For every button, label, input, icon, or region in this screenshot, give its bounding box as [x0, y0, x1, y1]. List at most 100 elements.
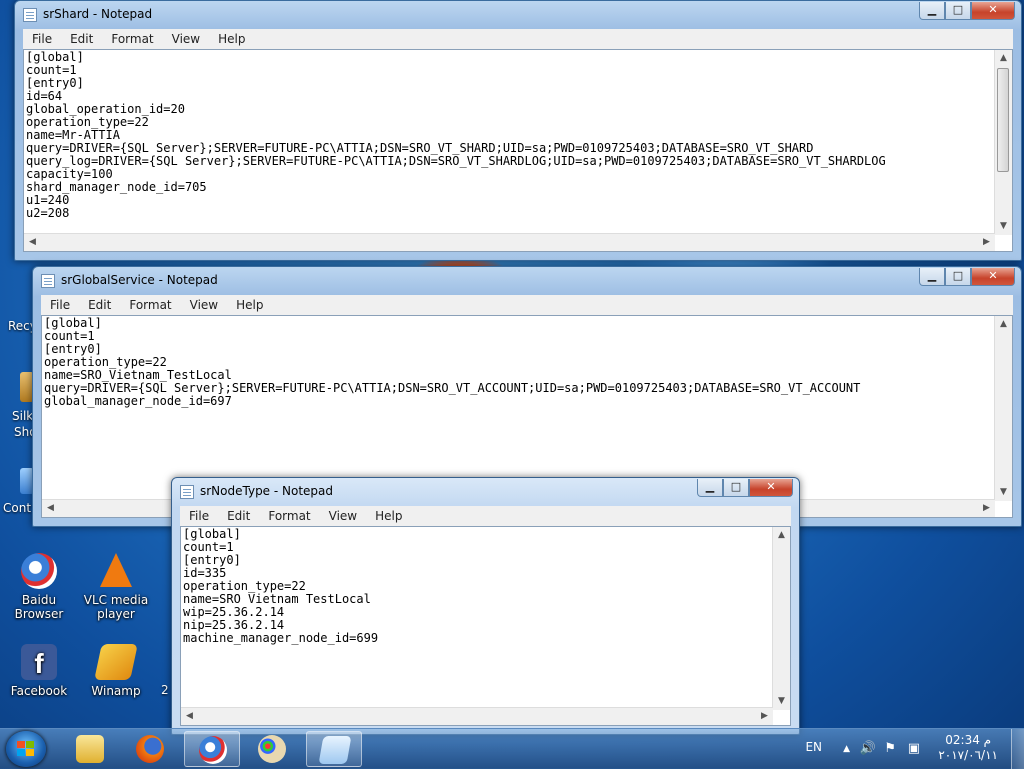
desktop-icon-vlc[interactable]: VLC media player — [79, 553, 153, 621]
close-button[interactable]: ✕ — [971, 2, 1015, 20]
scroll-up-arrow-icon[interactable]: ▲ — [995, 316, 1012, 333]
menu-view[interactable]: View — [320, 509, 366, 523]
scroll-left-arrow-icon[interactable]: ◀ — [24, 234, 41, 251]
menu-view[interactable]: View — [181, 298, 227, 312]
notepad-window-srshard[interactable]: srShard - Notepad ▁ □ ✕ File Edit Format… — [14, 0, 1022, 261]
document-text[interactable]: [global] count=1 [entry0] id=64 global_o… — [26, 51, 886, 220]
desktop-icon-label: player — [97, 607, 135, 621]
window-title: srGlobalService - Notepad — [61, 273, 218, 287]
start-button[interactable] — [6, 731, 46, 767]
scroll-right-arrow-icon[interactable]: ▶ — [978, 500, 995, 517]
clock[interactable]: 02:34 م ٢٠١٧/٠٦/١١ — [938, 733, 998, 763]
text-editor-area[interactable]: [global] count=1 [entry0] id=335 operati… — [180, 526, 791, 726]
menu-file[interactable]: File — [23, 32, 61, 46]
close-button[interactable]: ✕ — [749, 479, 793, 497]
horizontal-scrollbar[interactable]: ◀ ▶ — [24, 233, 995, 251]
taskbar-notepad[interactable] — [306, 731, 362, 767]
window-title: srNodeType - Notepad — [200, 484, 334, 498]
text-editor-area[interactable]: [global] count=1 [entry0] id=64 global_o… — [23, 49, 1013, 252]
notepad-icon — [318, 736, 352, 764]
scroll-right-arrow-icon[interactable]: ▶ — [756, 708, 773, 725]
maximize-button[interactable]: □ — [945, 268, 971, 286]
desktop-icon-label: VLC media — [83, 593, 149, 607]
horizontal-scrollbar[interactable]: ◀ ▶ — [181, 707, 773, 725]
scroll-down-arrow-icon[interactable]: ▼ — [773, 693, 790, 710]
taskbar-firefox[interactable] — [122, 731, 178, 767]
notepad-window-srnodetype[interactable]: srNodeType - Notepad ▁ □ ✕ File Edit For… — [171, 477, 800, 735]
taskbar-explorer[interactable] — [62, 731, 118, 767]
control-panel-label-partial[interactable]: Cont — [3, 501, 31, 515]
flag-icon[interactable]: ⚑ — [884, 741, 896, 756]
baidu-browser-icon — [199, 736, 227, 764]
taskbar-paint[interactable] — [244, 731, 300, 767]
notepad-icon — [23, 8, 37, 22]
silk-shop-label-partial-1[interactable]: Silk — [12, 409, 33, 423]
menu-help[interactable]: Help — [366, 509, 411, 523]
desktop-icon-label: Baidu — [21, 593, 57, 607]
vertical-scrollbar[interactable]: ▲ ▼ — [994, 50, 1012, 235]
winamp-icon — [94, 644, 138, 680]
menu-format[interactable]: Format — [259, 509, 319, 523]
clock-time: 02:34 م — [945, 733, 992, 747]
menu-edit[interactable]: Edit — [79, 298, 120, 312]
explorer-icon — [76, 735, 104, 763]
menu-bar: File Edit Format View Help — [180, 506, 791, 526]
desktop-icon-facebook[interactable]: f Facebook — [2, 644, 76, 698]
maximize-button[interactable]: □ — [723, 479, 749, 497]
vertical-scrollbar[interactable]: ▲ ▼ — [772, 527, 790, 710]
language-indicator[interactable]: EN — [805, 740, 822, 754]
taskbar-baidu-browser[interactable] — [184, 731, 240, 767]
vertical-scrollbar[interactable]: ▲ ▼ — [994, 316, 1012, 501]
vlc-icon — [100, 553, 132, 587]
scroll-up-arrow-icon[interactable]: ▲ — [995, 50, 1012, 67]
desktop-icon-winamp[interactable]: Winamp — [79, 644, 153, 698]
menu-view[interactable]: View — [163, 32, 209, 46]
desktop-icon-baidu-browser[interactable]: Baidu Browser — [2, 553, 76, 621]
scroll-left-arrow-icon[interactable]: ◀ — [42, 500, 59, 517]
facebook-icon: f — [21, 644, 57, 680]
scrollbar-thumb[interactable] — [997, 68, 1009, 172]
scroll-up-arrow-icon[interactable]: ▲ — [773, 527, 790, 544]
menu-file[interactable]: File — [41, 298, 79, 312]
title-bar[interactable]: srShard - Notepad ▁ □ ✕ — [15, 1, 1021, 29]
show-desktop-button[interactable] — [1011, 729, 1024, 769]
desktop-icon-label: Winamp — [91, 684, 141, 698]
minimize-button[interactable]: ▁ — [919, 2, 945, 20]
clock-date: ٢٠١٧/٠٦/١١ — [938, 748, 998, 762]
close-button[interactable]: ✕ — [971, 268, 1015, 286]
title-bar[interactable]: srNodeType - Notepad ▁ □ ✕ — [172, 478, 799, 506]
menu-help[interactable]: Help — [227, 298, 272, 312]
taskbar: EN ▲ 🔊 ⚑ ▣ 02:34 م ٢٠١٧/٠٦/١١ — [0, 728, 1024, 769]
menu-format[interactable]: Format — [120, 298, 180, 312]
maximize-button[interactable]: □ — [945, 2, 971, 20]
menu-bar: File Edit Format View Help — [23, 29, 1013, 49]
scroll-right-arrow-icon[interactable]: ▶ — [978, 234, 995, 251]
menu-bar: File Edit Format View Help — [41, 295, 1013, 315]
menu-file[interactable]: File — [180, 509, 218, 523]
scroll-down-arrow-icon[interactable]: ▼ — [995, 218, 1012, 235]
desktop-icon-label-partial[interactable]: 2 — [161, 683, 169, 697]
show-hidden-icons-icon[interactable]: ▲ — [843, 744, 850, 754]
window-title: srShard - Notepad — [43, 7, 153, 21]
desktop-icon-label: Browser — [14, 607, 64, 621]
menu-edit[interactable]: Edit — [218, 509, 259, 523]
minimize-button[interactable]: ▁ — [919, 268, 945, 286]
notepad-icon — [180, 485, 194, 499]
minimize-button[interactable]: ▁ — [697, 479, 723, 497]
menu-help[interactable]: Help — [209, 32, 254, 46]
menu-edit[interactable]: Edit — [61, 32, 102, 46]
menu-format[interactable]: Format — [102, 32, 162, 46]
scroll-left-arrow-icon[interactable]: ◀ — [181, 708, 198, 725]
scroll-down-arrow-icon[interactable]: ▼ — [995, 484, 1012, 501]
baidu-browser-icon — [21, 553, 57, 589]
document-text[interactable]: [global] count=1 [entry0] id=335 operati… — [183, 528, 378, 645]
paint-icon — [258, 735, 286, 763]
title-bar[interactable]: srGlobalService - Notepad ▁ □ ✕ — [33, 267, 1021, 295]
volume-icon[interactable]: 🔊 — [860, 741, 876, 756]
desktop-icon-label: Facebook — [10, 684, 68, 698]
desktop: { "desktop": { "icons": [ {"label": "Bai… — [0, 0, 1024, 769]
notepad-icon — [41, 274, 55, 288]
firefox-icon — [136, 735, 164, 763]
network-icon[interactable]: ▣ — [908, 741, 920, 756]
document-text[interactable]: [global] count=1 [entry0] operation_type… — [44, 317, 860, 408]
